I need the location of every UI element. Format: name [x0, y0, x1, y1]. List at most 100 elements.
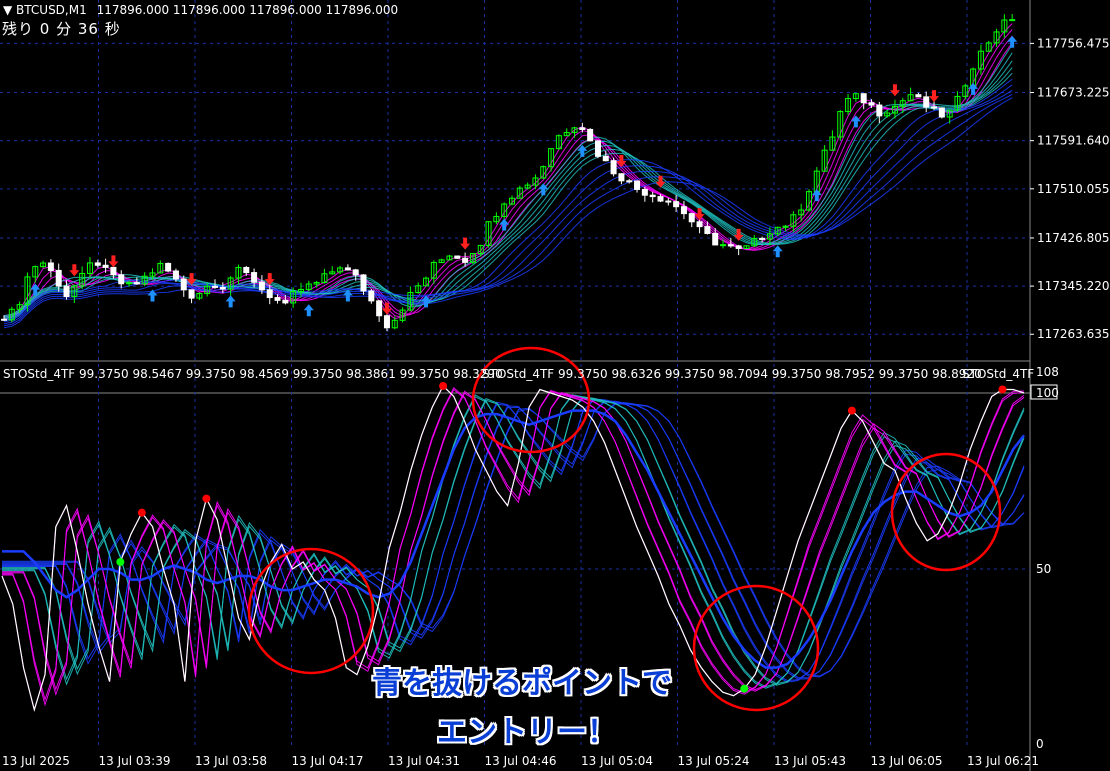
- bear-candle: [188, 289, 195, 299]
- sell-signal-dot: [998, 385, 1007, 394]
- bear-candle: [165, 262, 172, 272]
- price-tick-label: 117345.220: [1037, 279, 1110, 293]
- bear-candle: [360, 274, 367, 292]
- bear-candle: [680, 206, 687, 215]
- bear-candle: [712, 232, 719, 246]
- bear-candle: [915, 94, 922, 98]
- time-tick-label: 13 Jul 04:17: [292, 754, 364, 768]
- bear-candle: [594, 140, 601, 157]
- indicator-title-3: STOStd_4TF: [962, 367, 1035, 381]
- bear-candle: [243, 266, 250, 274]
- bear-candle: [626, 180, 633, 183]
- bear-candle: [704, 226, 711, 234]
- price-tick-label: 117263.635: [1037, 327, 1110, 341]
- bear-candle: [462, 257, 469, 263]
- sell-arrow-icon: [889, 84, 900, 97]
- collapse-triangle-icon[interactable]: ▼: [3, 3, 16, 17]
- bear-candle: [376, 300, 383, 317]
- time-tick-label: 13 Jul 03:39: [99, 754, 171, 768]
- bear-candle: [938, 107, 945, 118]
- time-tick-label: 13 Jul 04:46: [485, 754, 557, 768]
- bull-candle: [720, 244, 727, 247]
- sell-arrow-icon: [929, 90, 940, 103]
- bear-candle: [696, 221, 703, 228]
- symbol-header: ▼ BTCUSD,M1 117896.000 117896.000 117896…: [3, 3, 398, 17]
- sell-signal-dot: [439, 381, 448, 390]
- time-tick-label: 13 Jul 03:58: [195, 754, 267, 768]
- time-axis: 13 Jul 2025 13 Jul 03:39 13 Jul 03:58 13 Ju…: [2, 754, 1039, 768]
- bear-candle: [673, 201, 680, 208]
- bear-candle: [368, 290, 375, 302]
- bear-candle: [172, 270, 179, 280]
- ohlc-values: 117896.000 117896.000 117896.000 117896.…: [96, 3, 399, 17]
- buy-arrow-icon: [1007, 35, 1018, 48]
- bear-candle: [727, 244, 734, 247]
- bear-candle: [649, 194, 656, 198]
- bear-candle: [219, 286, 226, 290]
- bear-candle: [759, 237, 766, 240]
- sto-current-label: 100: [1036, 386, 1059, 400]
- bear-candle: [258, 281, 265, 291]
- bear-candle: [657, 196, 664, 202]
- indicator-title-2: STOStd_4TF 99.3750 98.6326 99.3750 98.70…: [482, 367, 982, 381]
- bear-candle: [180, 278, 187, 291]
- time-tick-label: 13 Jul 06:21: [967, 754, 1039, 768]
- sell-arrow-icon: [69, 264, 80, 277]
- sto-label-0: 0: [1036, 737, 1044, 751]
- bear-candle: [63, 285, 70, 297]
- bear-candle: [251, 272, 258, 283]
- bear-candle: [602, 155, 609, 162]
- bear-candle: [876, 104, 883, 117]
- indicator-title-1: STOStd_4TF 99.3750 98.5467 99.3750 98.45…: [3, 367, 503, 381]
- sell-signal-dot: [137, 508, 146, 517]
- price-axis: 117756.475 117673.225 117591.640 117510.055…: [1030, 36, 1110, 751]
- bear-candle: [55, 269, 62, 287]
- bear-candle: [454, 255, 461, 259]
- buy-signal-dot: [740, 684, 749, 693]
- bear-candle: [579, 127, 586, 130]
- price-tick-label: 117673.225: [1037, 86, 1110, 100]
- buy-arrow-icon: [303, 304, 314, 317]
- bear-candle: [94, 262, 101, 266]
- price-tick-label: 117426.805: [1037, 231, 1110, 245]
- bear-candle: [923, 96, 930, 108]
- annotation-caption-line2: エントリー！: [437, 715, 617, 750]
- bear-candle: [133, 282, 140, 285]
- price-tick-label: 117510.055: [1037, 182, 1110, 196]
- sell-arrow-icon: [108, 255, 119, 268]
- bear-candle: [641, 188, 648, 196]
- bear-candle: [118, 274, 125, 285]
- symbol-label: BTCUSD,M1: [16, 3, 87, 17]
- chart-grid: [0, 0, 1031, 771]
- bear-candle: [274, 297, 281, 301]
- sto-label-50: 50: [1036, 562, 1051, 576]
- bear-candle: [1, 318, 7, 321]
- bear-candle: [266, 289, 273, 299]
- bear-candle: [282, 299, 289, 304]
- bear-candle: [47, 262, 54, 271]
- bear-candle: [665, 200, 672, 203]
- bear-candle: [352, 269, 359, 276]
- bear-candle: [860, 93, 867, 104]
- buy-arrow-icon: [850, 115, 861, 128]
- bear-candle: [735, 245, 742, 249]
- price-tick-label: 117591.640: [1037, 134, 1110, 148]
- buy-signal-dot: [116, 557, 125, 566]
- bear-candle: [618, 173, 625, 182]
- bear-candle: [868, 102, 875, 106]
- buy-arrow-icon: [225, 295, 236, 308]
- time-tick-label: 13 Jul 05:43: [774, 754, 846, 768]
- moving-average-layer: [3, 23, 1013, 329]
- bear-candle: [110, 266, 117, 276]
- bear-candle: [587, 128, 594, 142]
- bear-candle: [212, 285, 219, 288]
- time-tick-label: 13 Jul 05:24: [678, 754, 750, 768]
- price-tick-label: 117756.475: [1037, 36, 1110, 50]
- annotation-circles: [247, 346, 1002, 712]
- bear-candle: [610, 160, 617, 175]
- time-tick-label: 13 Jul 06:05: [871, 754, 943, 768]
- annotation-caption-line1: 青を抜けるポイントで: [372, 666, 672, 701]
- time-tick-label: 13 Jul 05:04: [581, 754, 653, 768]
- bear-candle: [383, 315, 390, 329]
- buy-arrow-icon: [499, 218, 510, 231]
